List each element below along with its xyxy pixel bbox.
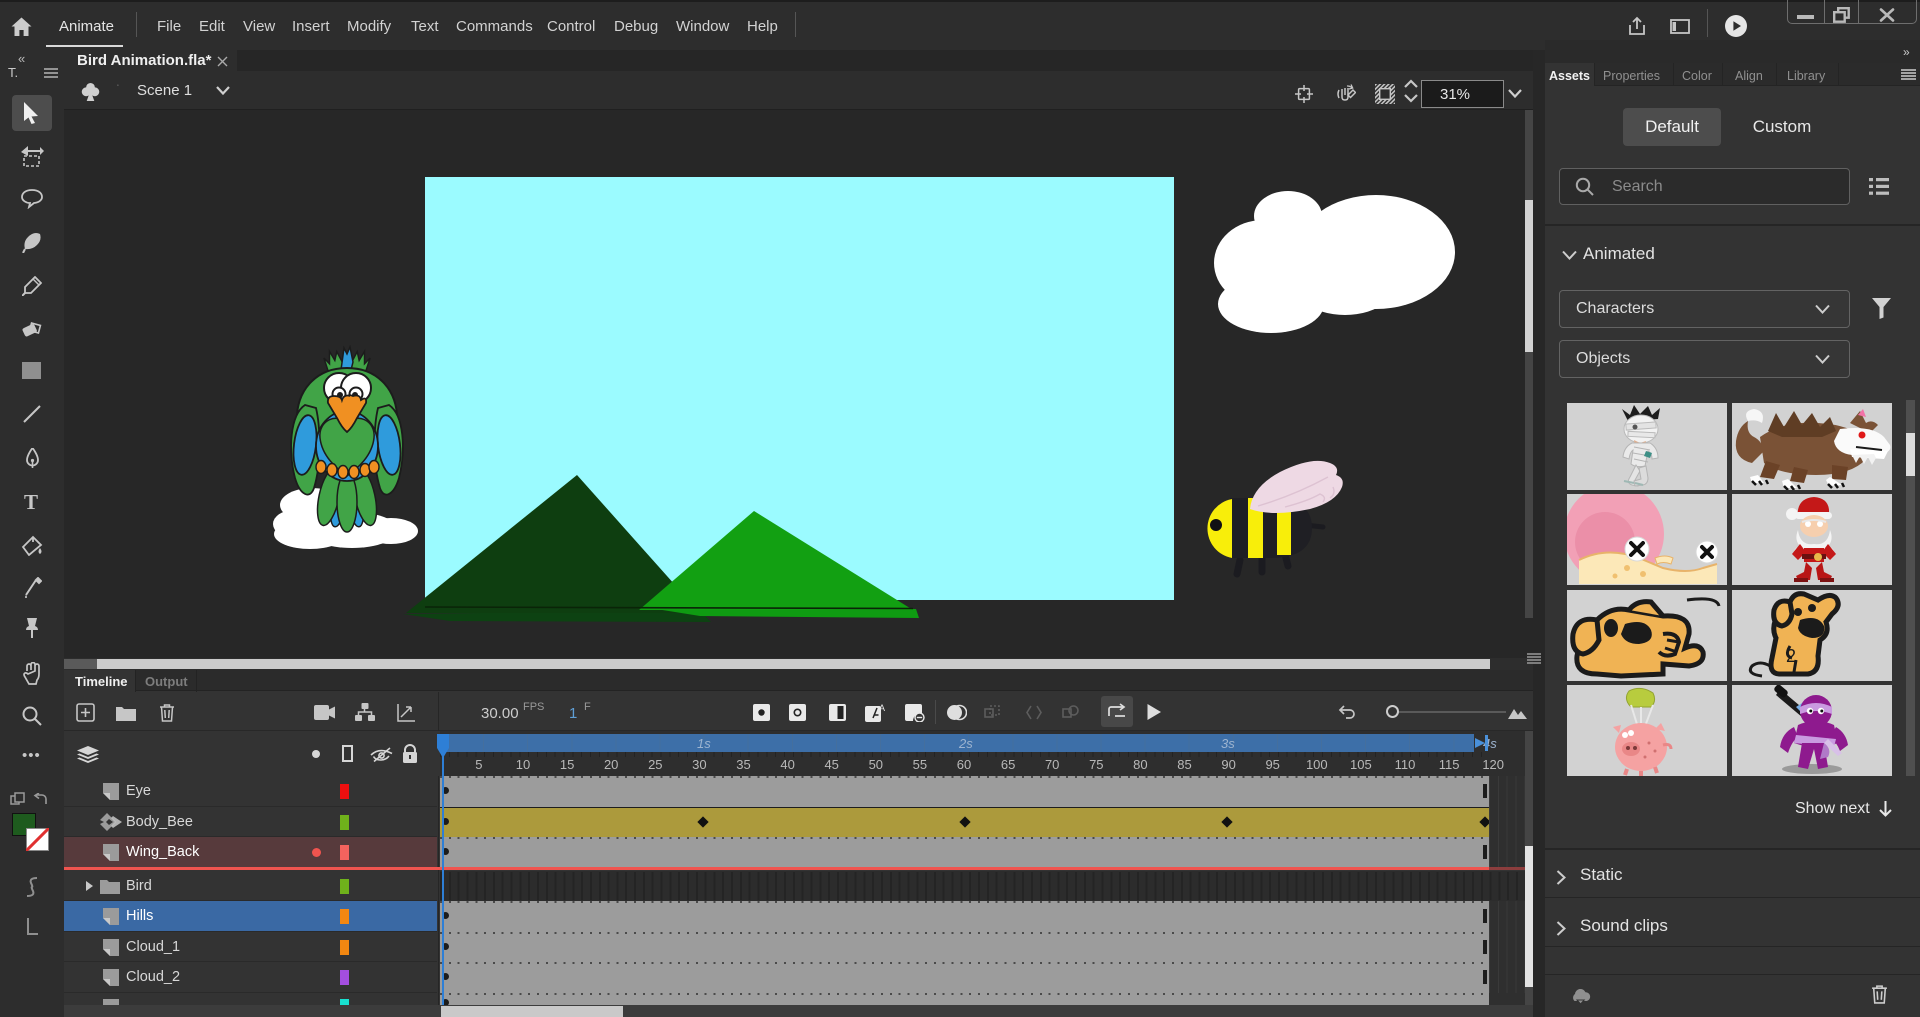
svg-text:A: A	[879, 703, 885, 713]
svg-text:2: 2	[1786, 646, 1796, 666]
